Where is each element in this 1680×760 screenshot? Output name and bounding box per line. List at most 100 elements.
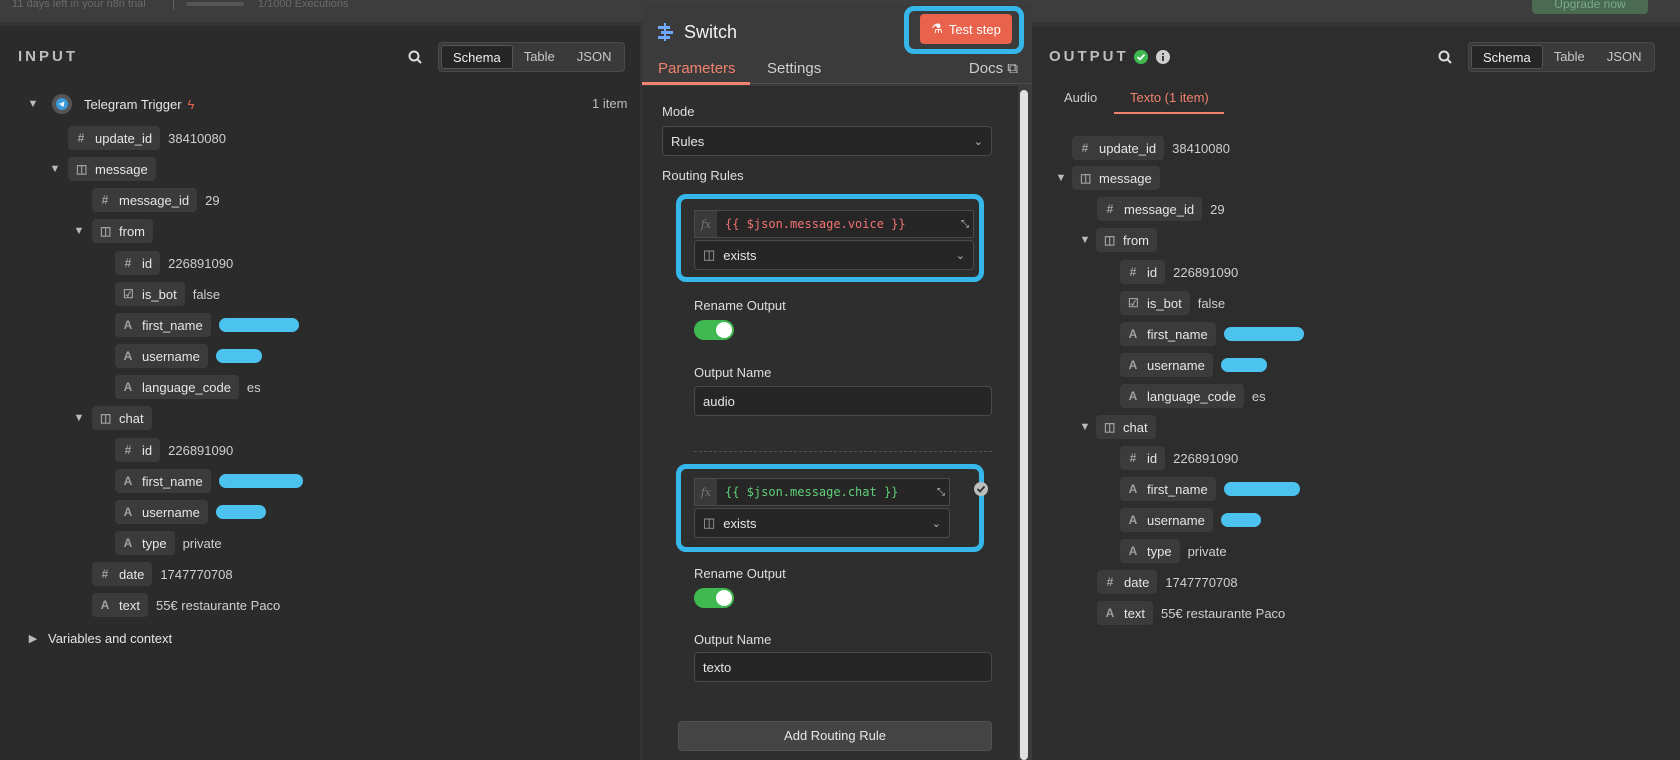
- rule-1-output-name-input[interactable]: audio: [694, 386, 992, 416]
- tab-settings[interactable]: Settings: [767, 60, 821, 77]
- input-panel: INPUT Schema Table JSON ▼ Telegram Trigg…: [0, 26, 640, 760]
- expression-icon: fx: [695, 479, 717, 505]
- out-field-username: Ausername: [1120, 353, 1267, 377]
- field-key: message: [1099, 170, 1152, 186]
- expand-icon[interactable]: ⤡: [961, 219, 969, 230]
- output-tab-json[interactable]: JSON: [1596, 45, 1653, 69]
- number-icon: #: [1129, 451, 1137, 465]
- rule-2-rename-label: Rename Output: [694, 566, 786, 581]
- field-value: private: [1187, 543, 1227, 559]
- field-chat-first-name: Afirst_name: [115, 469, 303, 493]
- scrollbar[interactable]: [1020, 90, 1028, 760]
- redacted-value: [218, 474, 303, 488]
- chevron-down-icon[interactable]: ▼: [1054, 172, 1068, 184]
- chevron-down-icon[interactable]: ▼: [26, 98, 40, 110]
- rule-1-expression: {{ $json.message.voice }}: [725, 217, 906, 231]
- field-update-id: # update_id 38410080: [68, 126, 226, 150]
- rule-1-operator-select[interactable]: ◫ exists ⌄: [694, 240, 974, 270]
- chevron-down-icon: ⌄: [955, 249, 965, 262]
- output-tab-table[interactable]: Table: [1543, 45, 1596, 69]
- chevron-down-icon[interactable]: ▼: [72, 225, 86, 237]
- rule-2-output-name-input[interactable]: texto: [694, 652, 992, 682]
- branch-tab-audio[interactable]: Audio: [1064, 90, 1097, 105]
- number-icon: #: [1106, 202, 1114, 216]
- redacted-value: [215, 505, 266, 519]
- chevron-down-icon[interactable]: ▼: [72, 412, 86, 424]
- field-key: id: [142, 255, 153, 271]
- field-key: id: [142, 442, 153, 458]
- string-icon: A: [123, 474, 133, 488]
- rule-1-rename-toggle[interactable]: [694, 320, 734, 340]
- field-key: from: [1123, 232, 1149, 248]
- field-value: es: [246, 379, 261, 395]
- string-icon: A: [1105, 606, 1115, 620]
- add-routing-rule-button[interactable]: Add Routing Rule: [678, 721, 992, 751]
- object-icon: ◫: [1080, 171, 1092, 185]
- field-key: message_id: [119, 192, 190, 208]
- field-from[interactable]: ▼ ◫ from: [72, 219, 153, 243]
- rule-1-operator: exists: [723, 247, 757, 263]
- out-field-from[interactable]: ▼ ◫ from: [1078, 228, 1157, 252]
- tab-parameters[interactable]: Parameters: [658, 60, 736, 77]
- field-key: message: [95, 161, 148, 177]
- active-branch-indicator: [1114, 112, 1224, 114]
- input-tab-table[interactable]: Table: [513, 45, 566, 69]
- field-key: first_name: [142, 317, 203, 333]
- input-tab-json[interactable]: JSON: [566, 45, 623, 69]
- field-value: 226891090: [168, 442, 234, 458]
- redacted-value: [1223, 327, 1304, 341]
- string-icon: A: [1128, 389, 1138, 403]
- field-language-code: Alanguage_code es: [115, 375, 261, 399]
- mode-select[interactable]: Rules ⌄: [662, 126, 992, 156]
- field-value: 38410080: [168, 130, 226, 146]
- search-icon[interactable]: [408, 50, 422, 64]
- field-chat[interactable]: ▼ ◫ chat: [72, 406, 152, 430]
- expand-icon[interactable]: ⤡: [937, 487, 945, 498]
- trial-text: 11 days left in your n8n trial: [12, 0, 146, 10]
- field-key: first_name: [1147, 481, 1208, 497]
- field-value: private: [182, 535, 222, 551]
- variables-context-toggle[interactable]: ▶ Variables and context: [26, 626, 172, 650]
- chevron-right-icon[interactable]: ▶: [26, 632, 40, 645]
- out-field-chat[interactable]: ▼ ◫ chat: [1078, 415, 1156, 439]
- branch-tab-texto[interactable]: Texto (1 item): [1130, 90, 1209, 105]
- output-title: OUTPUT: [1049, 48, 1129, 65]
- field-key: first_name: [1147, 326, 1208, 342]
- input-tab-schema[interactable]: Schema: [441, 45, 513, 69]
- field-text: Atext 55€ restaurante Paco: [92, 593, 280, 617]
- number-icon: #: [1081, 141, 1089, 155]
- chevron-down-icon[interactable]: ▼: [1078, 421, 1092, 433]
- upgrade-button[interactable]: Upgrade now: [1532, 0, 1648, 14]
- output-view-switch: Schema Table JSON: [1468, 42, 1656, 72]
- out-field-message[interactable]: ▼ ◫ message: [1054, 166, 1160, 190]
- search-icon[interactable]: [1438, 50, 1452, 64]
- field-key: language_code: [1147, 388, 1236, 404]
- output-tab-schema[interactable]: Schema: [1471, 45, 1543, 69]
- bolt-icon: ϟ: [187, 96, 195, 112]
- rule-2-operator: exists: [723, 515, 757, 531]
- chevron-down-icon[interactable]: ▼: [48, 163, 62, 175]
- valid-check-icon: [974, 482, 988, 496]
- docs-label: Docs: [968, 60, 1004, 77]
- field-key: text: [1124, 605, 1145, 621]
- out-field-type: Atype private: [1120, 539, 1227, 563]
- rule-2-expression-input[interactable]: fx {{ $json.message.chat }} ⤡: [694, 478, 950, 506]
- out-field-date: # date 1747770708: [1097, 570, 1238, 594]
- field-value: 226891090: [1173, 264, 1239, 280]
- out-field-from-id: # id 226891090: [1120, 260, 1238, 284]
- field-message[interactable]: ▼ ◫ message: [48, 157, 156, 181]
- docs-link[interactable]: Docs ⧉: [969, 60, 1018, 77]
- separator: |: [172, 0, 175, 10]
- input-node-header[interactable]: ▼ Telegram Trigger ϟ: [26, 92, 194, 116]
- string-icon: A: [1128, 544, 1138, 558]
- test-step-button[interactable]: ⚗ Test step: [920, 14, 1012, 44]
- info-icon[interactable]: [1156, 50, 1170, 64]
- field-key: chat: [1123, 419, 1148, 435]
- rule-2-operator-select[interactable]: ◫ exists ⌄: [694, 508, 950, 538]
- object-icon: ◫: [100, 411, 112, 425]
- string-icon: A: [1128, 513, 1138, 527]
- rule-1-expression-input[interactable]: fx {{ $json.message.voice }} ⤡: [694, 210, 974, 238]
- rule-2-rename-toggle[interactable]: [694, 588, 734, 608]
- chevron-down-icon[interactable]: ▼: [1078, 234, 1092, 246]
- out-field-update-id: # update_id 38410080: [1072, 136, 1230, 160]
